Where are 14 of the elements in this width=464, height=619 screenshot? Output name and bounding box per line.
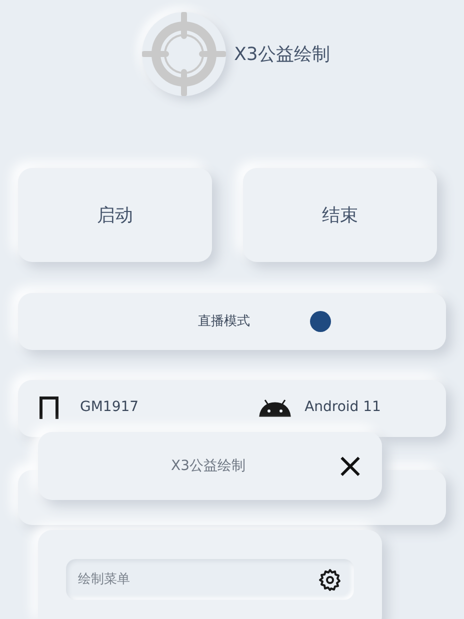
android-version: Android 11 bbox=[304, 398, 381, 417]
close-button[interactable]: × bbox=[336, 452, 364, 480]
live-mode-bar[interactable]: 直播模式 bbox=[18, 293, 446, 350]
action-button[interactable]: 启动 bbox=[18, 168, 212, 262]
android-icon bbox=[258, 399, 291, 417]
menu-item-label: 绘制菜单 bbox=[78, 570, 130, 589]
gear-icon bbox=[318, 566, 342, 592]
phone-outline-icon bbox=[38, 395, 60, 419]
live-mode-label: 直播模式 bbox=[198, 312, 250, 331]
action-button[interactable]: 结束 bbox=[243, 168, 437, 262]
crosshair-icon bbox=[142, 12, 226, 96]
floating-window-title: X3公益绘制 bbox=[171, 456, 246, 476]
app-title: X3公益绘制 bbox=[234, 42, 330, 66]
device-model: GM1917 bbox=[80, 398, 139, 417]
